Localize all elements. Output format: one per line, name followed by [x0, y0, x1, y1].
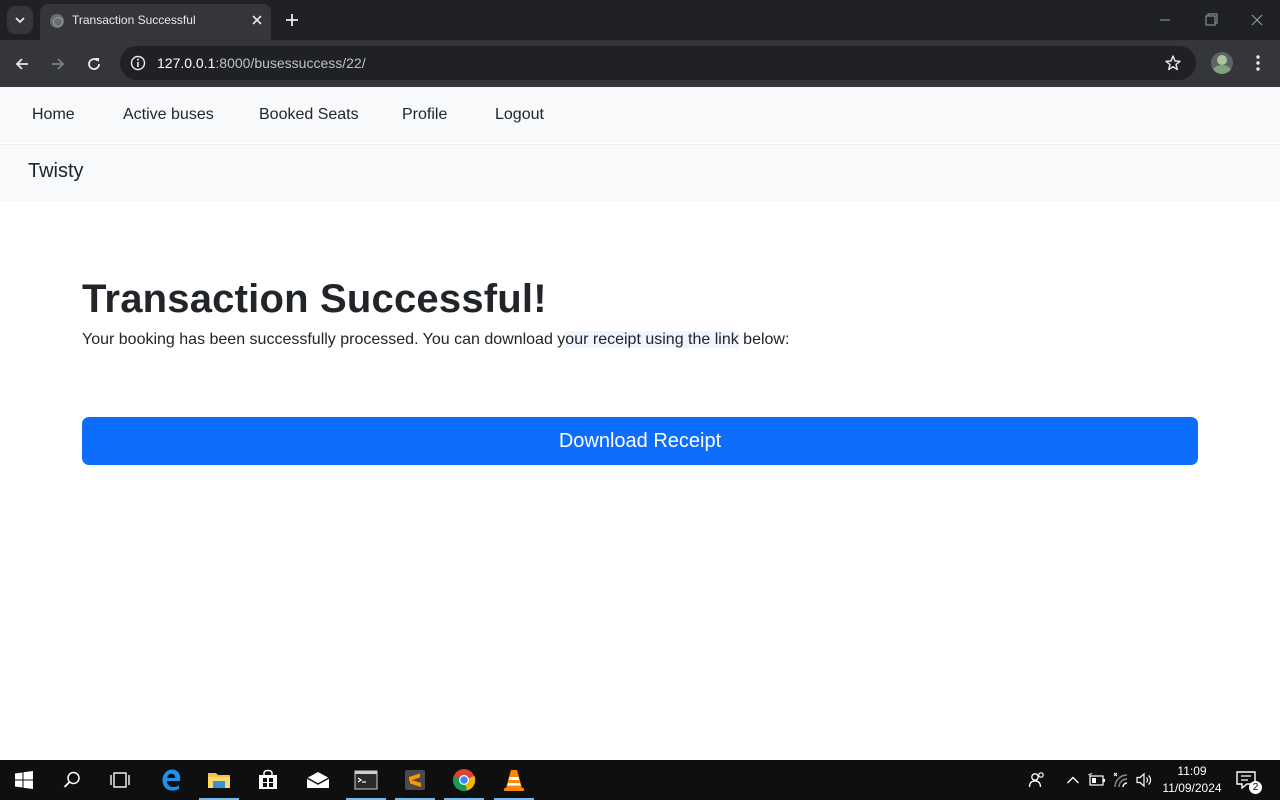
taskbar-file-explorer[interactable] [199, 760, 239, 800]
success-message-part1: Your booking has been successfully proce… [82, 331, 566, 348]
info-icon[interactable] [130, 55, 146, 71]
address-bar[interactable]: 127.0.0.1:8000/busessuccess/22/ [120, 46, 1196, 80]
taskbar-vlc[interactable] [494, 760, 534, 800]
page-viewport: Home Active buses Booked Seats Profile L… [0, 87, 1280, 760]
people-tray-button[interactable] [1026, 770, 1048, 790]
edge-browser-icon [162, 769, 181, 791]
taskbar-edge[interactable] [151, 760, 191, 800]
success-message-highlight: our receipt using the link [565, 331, 739, 348]
taskbar-sublime-text[interactable] [395, 760, 435, 800]
chevron-up-icon [1067, 776, 1079, 784]
chevron-down-icon [15, 17, 25, 24]
success-message-part2: below: [738, 331, 790, 348]
globe-icon [50, 14, 64, 28]
reload-button[interactable] [83, 53, 105, 75]
profile-avatar[interactable] [1211, 52, 1233, 74]
page-title: Transaction Successful! [82, 277, 547, 321]
restore-icon[interactable] [1200, 10, 1222, 30]
task-view-button[interactable] [100, 760, 140, 800]
battery-tray-button[interactable] [1087, 770, 1107, 790]
sublime-text-icon [405, 770, 425, 790]
success-message: Your booking has been successfully proce… [82, 330, 1198, 350]
speaker-icon [1136, 772, 1152, 788]
volume-tray-button[interactable] [1134, 770, 1154, 790]
reload-icon [88, 58, 100, 70]
url-host: 127.0.0.1 [157, 55, 216, 71]
notification-count-badge: 2 [1249, 781, 1262, 794]
forward-button[interactable] [47, 53, 69, 75]
browser-tab[interactable]: Transaction Successful [40, 4, 271, 40]
nav-link-active-buses[interactable]: Active buses [123, 106, 214, 124]
more-menu-icon[interactable] [1250, 52, 1266, 74]
close-icon[interactable] [249, 12, 265, 28]
main-content: Transaction Successful! Your booking has… [82, 277, 1198, 465]
arrow-right-icon [52, 58, 65, 70]
wifi-tray-button[interactable] [1110, 770, 1132, 790]
browser-tabstrip: Transaction Successful [0, 0, 1280, 40]
tab-title: Transaction Successful [72, 13, 196, 27]
nav-link-home[interactable]: Home [32, 106, 75, 124]
nav-link-logout[interactable]: Logout [495, 106, 544, 124]
clock-time: 11:09 [1177, 764, 1207, 778]
url-text: 127.0.0.1:8000/busessuccess/22/ [157, 55, 366, 71]
taskbar-chrome[interactable] [444, 760, 484, 800]
wifi-icon [1113, 772, 1128, 788]
task-view-icon [110, 772, 130, 788]
clock-date: 11/09/2024 [1162, 781, 1222, 795]
taskbar-store[interactable] [248, 760, 288, 800]
back-button[interactable] [11, 53, 33, 75]
browser-toolbar: 127.0.0.1:8000/busessuccess/22/ [0, 40, 1280, 87]
tab-search-button[interactable] [7, 6, 33, 34]
start-button[interactable] [4, 760, 44, 800]
windows-logo-icon [15, 771, 33, 789]
minimize-icon[interactable] [1154, 10, 1176, 30]
arrow-left-icon [15, 58, 28, 70]
mail-icon [306, 772, 330, 788]
top-navbar: Home Active buses Booked Seats Profile L… [0, 87, 1280, 143]
taskbar-search-button[interactable] [52, 760, 92, 800]
bookmark-star-icon[interactable] [1164, 54, 1182, 72]
close-window-icon[interactable] [1246, 10, 1268, 30]
terminal-icon [354, 770, 378, 790]
store-bag-icon [259, 769, 277, 789]
brand-bar: Twisty [0, 144, 1280, 201]
url-path: :8000/busessuccess/22/ [215, 55, 366, 71]
new-tab-icon[interactable] [282, 10, 302, 30]
taskbar-clock[interactable]: 11:09 11/09/2024 [1158, 763, 1226, 797]
battery-icon [1088, 773, 1105, 786]
download-receipt-button[interactable]: Download Receipt [82, 417, 1198, 465]
nav-link-booked-seats[interactable]: Booked Seats [259, 106, 359, 124]
vlc-cone-icon [504, 770, 524, 791]
windows-taskbar: 11:09 11/09/2024 [0, 760, 1280, 800]
people-icon [1028, 772, 1044, 788]
chrome-icon [452, 769, 476, 792]
nav-link-profile[interactable]: Profile [402, 106, 447, 124]
taskbar-terminal[interactable] [346, 760, 386, 800]
folder-icon [208, 773, 230, 788]
brand-name[interactable]: Twisty [28, 160, 84, 183]
search-icon [63, 771, 80, 788]
taskbar-mail[interactable] [298, 760, 338, 800]
show-hidden-icons-button[interactable] [1063, 770, 1083, 790]
